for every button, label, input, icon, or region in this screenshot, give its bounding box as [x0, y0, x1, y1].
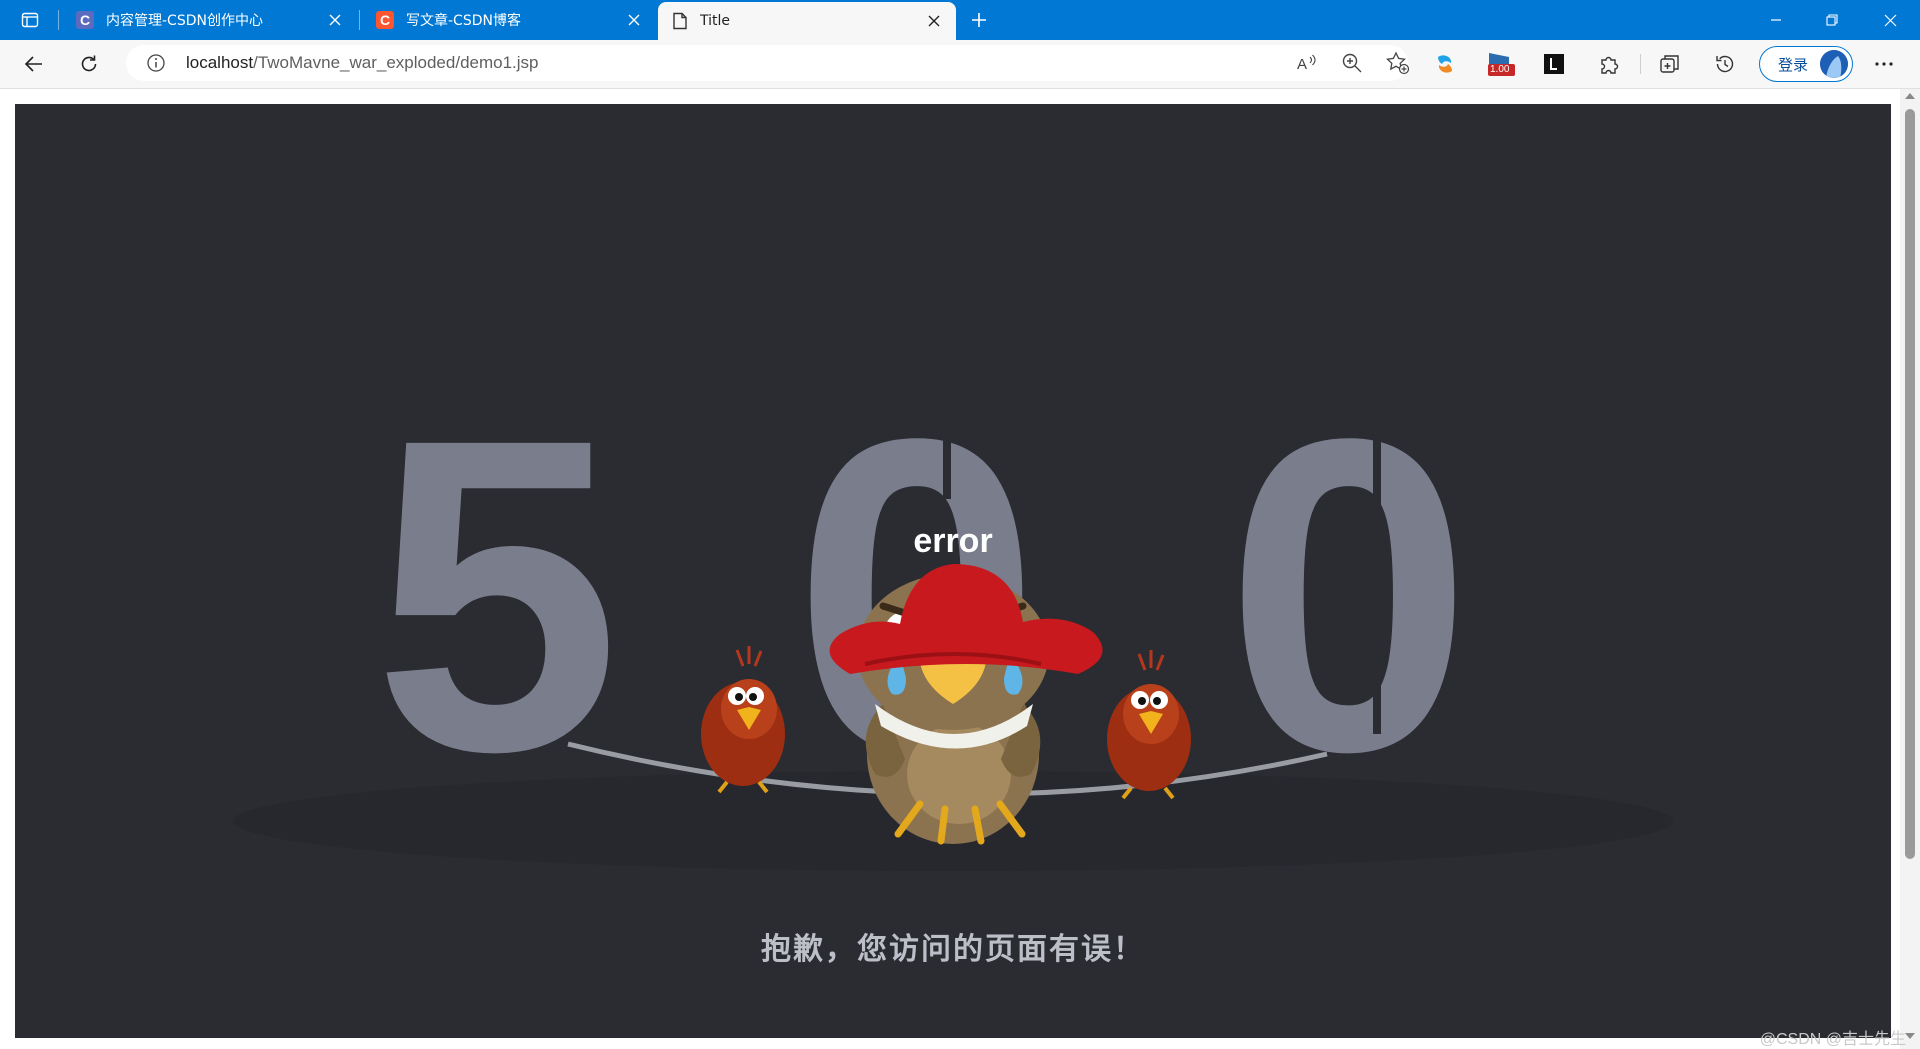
tab-separator — [58, 10, 59, 30]
tab-separator — [359, 10, 360, 30]
tab-actions-icon — [21, 12, 39, 28]
error-page: 5 0 0 — [15, 104, 1891, 1038]
tab-actions-button[interactable] — [16, 0, 44, 40]
error-500-illustration: 5 0 0 — [233, 347, 1673, 871]
url-host: localhost — [186, 53, 254, 72]
collections-icon — [1660, 55, 1679, 73]
minimize-icon — [1771, 19, 1781, 21]
tab-content-management[interactable]: C 内容管理-CSDN创作中心 — [62, 0, 357, 40]
tab-title-active[interactable]: Title — [658, 2, 956, 40]
back-button[interactable] — [18, 48, 50, 80]
close-tab-icon[interactable] — [624, 10, 644, 30]
add-favorite-icon[interactable] — [1386, 51, 1410, 75]
url-text[interactable]: localhost/TwoMavne_war_exploded/demo1.js… — [186, 45, 539, 81]
close-icon — [1884, 14, 1896, 26]
restore-button[interactable] — [1804, 0, 1860, 40]
scrollbar-thumb[interactable] — [1905, 109, 1915, 859]
ellipsis-icon — [1875, 62, 1893, 66]
csdn-c-icon: C — [376, 11, 394, 29]
tab-title: Title — [700, 13, 731, 29]
hat-error-text: error — [913, 522, 992, 560]
tab-bar: C 内容管理-CSDN创作中心 C 写文章-CSDN博客 Title — [0, 0, 1920, 40]
login-label: 登录 — [1778, 55, 1809, 74]
watermark: @CSDN @吉士先生 — [1759, 1031, 1906, 1048]
csdn-c-icon: C — [76, 11, 94, 29]
tab-title: 写文章-CSDN博客 — [406, 13, 521, 29]
new-tab-button[interactable] — [964, 0, 994, 40]
more-options-button[interactable] — [1868, 48, 1900, 80]
scroll-up-arrow[interactable] — [1905, 93, 1915, 99]
close-window-button[interactable] — [1862, 0, 1918, 40]
extension-badge-value: 1.00 — [1490, 64, 1510, 75]
extension-copilot-button[interactable] — [1429, 48, 1461, 80]
close-tab-icon[interactable] — [924, 11, 944, 31]
avatar — [1820, 50, 1848, 78]
toolbar-divider — [1640, 54, 1641, 74]
vertical-scrollbar[interactable] — [1900, 89, 1920, 1049]
digit-pin — [1373, 389, 1381, 734]
close-tab-icon[interactable] — [325, 10, 345, 30]
zoom-icon[interactable] — [1341, 52, 1363, 74]
refresh-icon — [81, 55, 97, 72]
info-icon[interactable] — [146, 53, 166, 73]
scroll-down-arrow[interactable] — [1905, 1033, 1915, 1039]
right-bird — [1107, 650, 1191, 800]
restore-icon — [1826, 14, 1838, 26]
back-arrow-icon — [24, 56, 42, 72]
page-icon — [673, 12, 687, 30]
swirl-extension-icon — [1438, 55, 1452, 73]
leetcode-extension-icon — [1544, 54, 1564, 74]
history-button[interactable] — [1709, 48, 1741, 80]
login-button[interactable]: 登录 — [1759, 46, 1853, 82]
extension-badge-button[interactable]: 1.00 — [1483, 48, 1519, 80]
left-bird — [701, 646, 785, 794]
plus-icon — [972, 13, 986, 27]
tab-write-article[interactable]: C 写文章-CSDN博客 — [362, 0, 656, 40]
page-viewport: 5 0 0 — [0, 89, 1920, 1049]
apology-message: 抱歉，您访问的页面有误！ — [761, 932, 1145, 967]
tab-title: 内容管理-CSDN创作中心 — [106, 13, 263, 29]
svg-text:A: A — [1297, 56, 1307, 73]
puzzle-icon — [1601, 56, 1619, 74]
read-aloud-icon[interactable]: A — [1296, 52, 1318, 74]
minimize-button[interactable] — [1748, 0, 1804, 40]
browser-toolbar: localhost/TwoMavne_war_exploded/demo1.js… — [0, 40, 1920, 89]
history-icon — [1716, 55, 1734, 73]
extensions-button[interactable] — [1593, 48, 1625, 80]
extension-l-button[interactable] — [1538, 48, 1570, 80]
collections-button[interactable] — [1654, 48, 1686, 80]
address-bar[interactable]: localhost/TwoMavne_war_exploded/demo1.js… — [126, 45, 1410, 81]
url-path: /TwoMavne_war_exploded/demo1.jsp — [253, 53, 539, 72]
error-digit: 5 — [373, 347, 621, 844]
digit-pin — [943, 389, 951, 499]
refresh-button[interactable] — [73, 48, 105, 80]
